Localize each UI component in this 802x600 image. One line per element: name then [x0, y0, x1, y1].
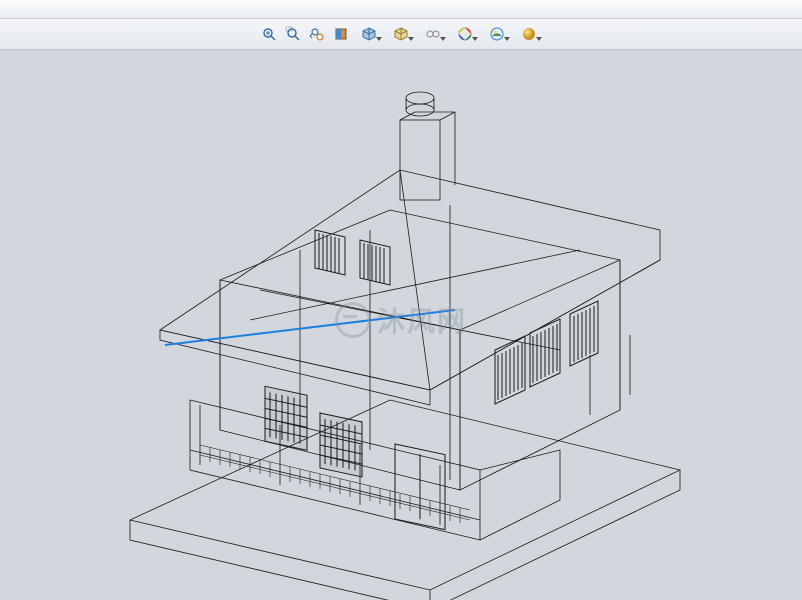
chevron-down-icon [504, 37, 510, 41]
model-viewport[interactable]: 沐风网 [0, 50, 802, 600]
zoom-fit-button[interactable] [259, 24, 279, 44]
zoom-area-button[interactable] [283, 24, 303, 44]
section-view-button[interactable] [331, 24, 351, 44]
view-settings-button[interactable] [515, 24, 543, 44]
view-orientation-button[interactable] [355, 24, 383, 44]
window-titlebar [0, 0, 802, 19]
chevron-down-icon [408, 37, 414, 41]
chevron-down-icon [376, 37, 382, 41]
previous-view-button[interactable] [307, 24, 327, 44]
hide-show-button[interactable] [419, 24, 447, 44]
chevron-down-icon [440, 37, 446, 41]
apply-scene-button[interactable] [483, 24, 511, 44]
edit-appearance-button[interactable] [451, 24, 479, 44]
view-toolbar [0, 19, 802, 50]
chevron-down-icon [472, 37, 478, 41]
wireframe-house-icon [0, 50, 802, 600]
display-style-button[interactable] [387, 24, 415, 44]
chevron-down-icon [536, 37, 542, 41]
